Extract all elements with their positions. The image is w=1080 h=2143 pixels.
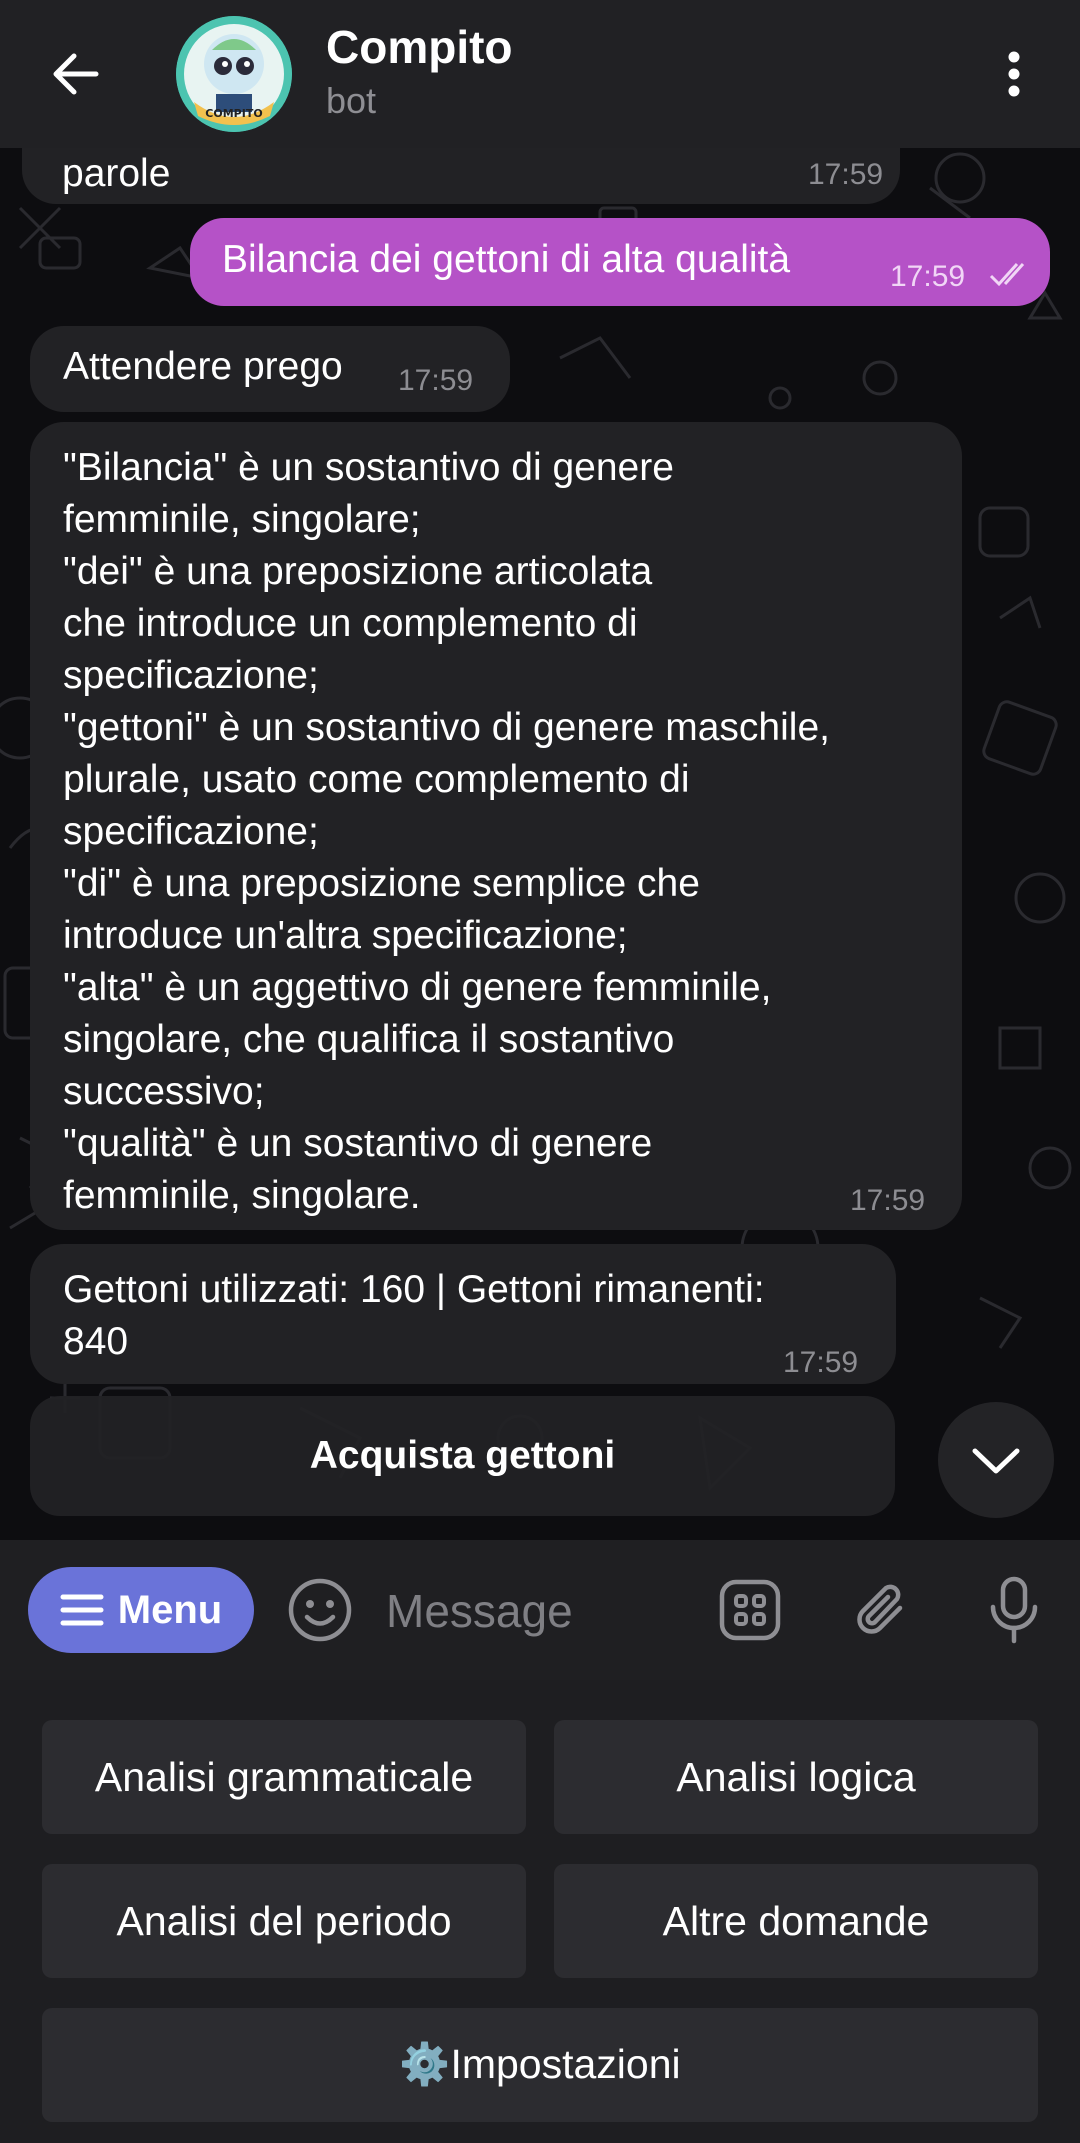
message-time: 17:59 — [890, 260, 966, 293]
text-line: plurale, usato come complemento di — [63, 758, 690, 801]
text-line: "qualità" è un sostantivo di genere — [63, 1122, 653, 1165]
logic-analysis-button[interactable]: Analisi logica — [554, 1720, 1038, 1834]
bot-avatar-icon: COMPITO — [176, 16, 292, 132]
message-text: parole — [62, 152, 171, 195]
text-line: femminile, singolare; — [63, 498, 421, 541]
message-bubble-incoming[interactable]: Gettoni utilizzati: 160 | Gettoni rimane… — [30, 1244, 896, 1384]
more-vertical-icon — [1008, 51, 1020, 97]
message-bubble-incoming[interactable]: "Bilancia" è un sostantivo di genere fem… — [30, 422, 962, 1230]
message-time: 17:59 — [808, 158, 884, 191]
message-bubble-incoming[interactable]: parole 17:59 — [22, 148, 900, 204]
text-line: "alta" è un aggettivo di genere femminil… — [63, 966, 772, 1009]
message-input[interactable] — [384, 1580, 688, 1642]
text-line: "di" è una preposizione semplice che — [63, 862, 700, 905]
back-button[interactable] — [40, 38, 112, 110]
text-line: specificazione; — [63, 810, 319, 853]
bot-commands-icon — [719, 1579, 781, 1641]
text-line: che introduce un complemento di — [63, 602, 638, 645]
svg-text:COMPITO: COMPITO — [205, 107, 262, 120]
avatar[interactable]: COMPITO — [176, 16, 292, 132]
emoji-button[interactable] — [286, 1576, 354, 1644]
text-line: "Bilancia" è un sostantivo di genere — [63, 446, 674, 489]
menu-label: Menu — [117, 1587, 223, 1632]
chat-title: Compito — [326, 21, 513, 73]
text-line: specificazione; — [63, 654, 319, 697]
voice-message-button[interactable] — [980, 1576, 1048, 1644]
message-bubble-outgoing[interactable]: Bilancia dei gettoni di alta qualità 17:… — [190, 218, 1050, 306]
message-input-bar: Menu — [0, 1540, 1080, 1680]
message-text: Bilancia dei gettoni di alta qualità — [222, 238, 791, 281]
scroll-down-button[interactable] — [938, 1402, 1054, 1518]
message-bubble-incoming[interactable]: Attendere prego 17:59 — [30, 326, 510, 412]
message-time: 17:59 — [850, 1184, 926, 1217]
back-arrow-icon — [53, 53, 99, 95]
bot-commands-button[interactable] — [716, 1576, 784, 1644]
more-options-button[interactable] — [990, 44, 1038, 104]
text-line: introduce un'altra specificazione; — [63, 914, 628, 957]
analysis-text: "Bilancia" è un sostantivo di genere fem… — [63, 442, 943, 1222]
tokens-text: Gettoni utilizzati: 160 | Gettoni rimane… — [63, 1264, 765, 1368]
message-time: 17:59 — [783, 1346, 859, 1379]
text-line: successivo; — [63, 1070, 265, 1113]
chat-subtitle: bot — [326, 80, 377, 121]
text-line: singolare, che qualifica il sostantivo — [63, 1018, 675, 1061]
text-line: 840 — [63, 1320, 129, 1363]
text-line: femminile, singolare. — [63, 1174, 421, 1217]
text-line: "gettoni" è un sostantivo di genere masc… — [63, 706, 830, 749]
grammar-analysis-button[interactable]: Analisi grammaticale — [42, 1720, 526, 1834]
hamburger-icon — [60, 1594, 104, 1626]
bot-menu-button[interactable]: Menu — [28, 1567, 254, 1653]
reply-keyboard: Analisi grammaticale Analisi logica Anal… — [0, 1680, 1080, 2143]
chat-background: parole 17:59 Bilancia dei gettoni di alt… — [0, 148, 1080, 1540]
attach-button[interactable] — [848, 1576, 916, 1644]
double-check-icon — [989, 262, 1025, 287]
microphone-icon — [990, 1576, 1038, 1644]
chevron-down-icon — [972, 1448, 1020, 1474]
text-line: Gettoni utilizzati: 160 | Gettoni rimane… — [63, 1268, 765, 1311]
buy-tokens-button[interactable]: Acquista gettoni — [30, 1396, 895, 1516]
period-analysis-button[interactable]: Analisi del periodo — [42, 1864, 526, 1978]
message-text: Attendere prego — [63, 345, 343, 388]
other-questions-button[interactable]: Altre domande — [554, 1864, 1038, 1978]
attach-icon — [857, 1584, 903, 1634]
settings-button[interactable]: ⚙️Impostazioni — [42, 2008, 1038, 2122]
chat-header: COMPITO Compito bot — [0, 0, 1080, 148]
message-time: 17:59 — [398, 364, 474, 397]
text-line: "dei" è una preposizione articolata — [63, 550, 653, 593]
emoji-icon — [288, 1578, 352, 1642]
